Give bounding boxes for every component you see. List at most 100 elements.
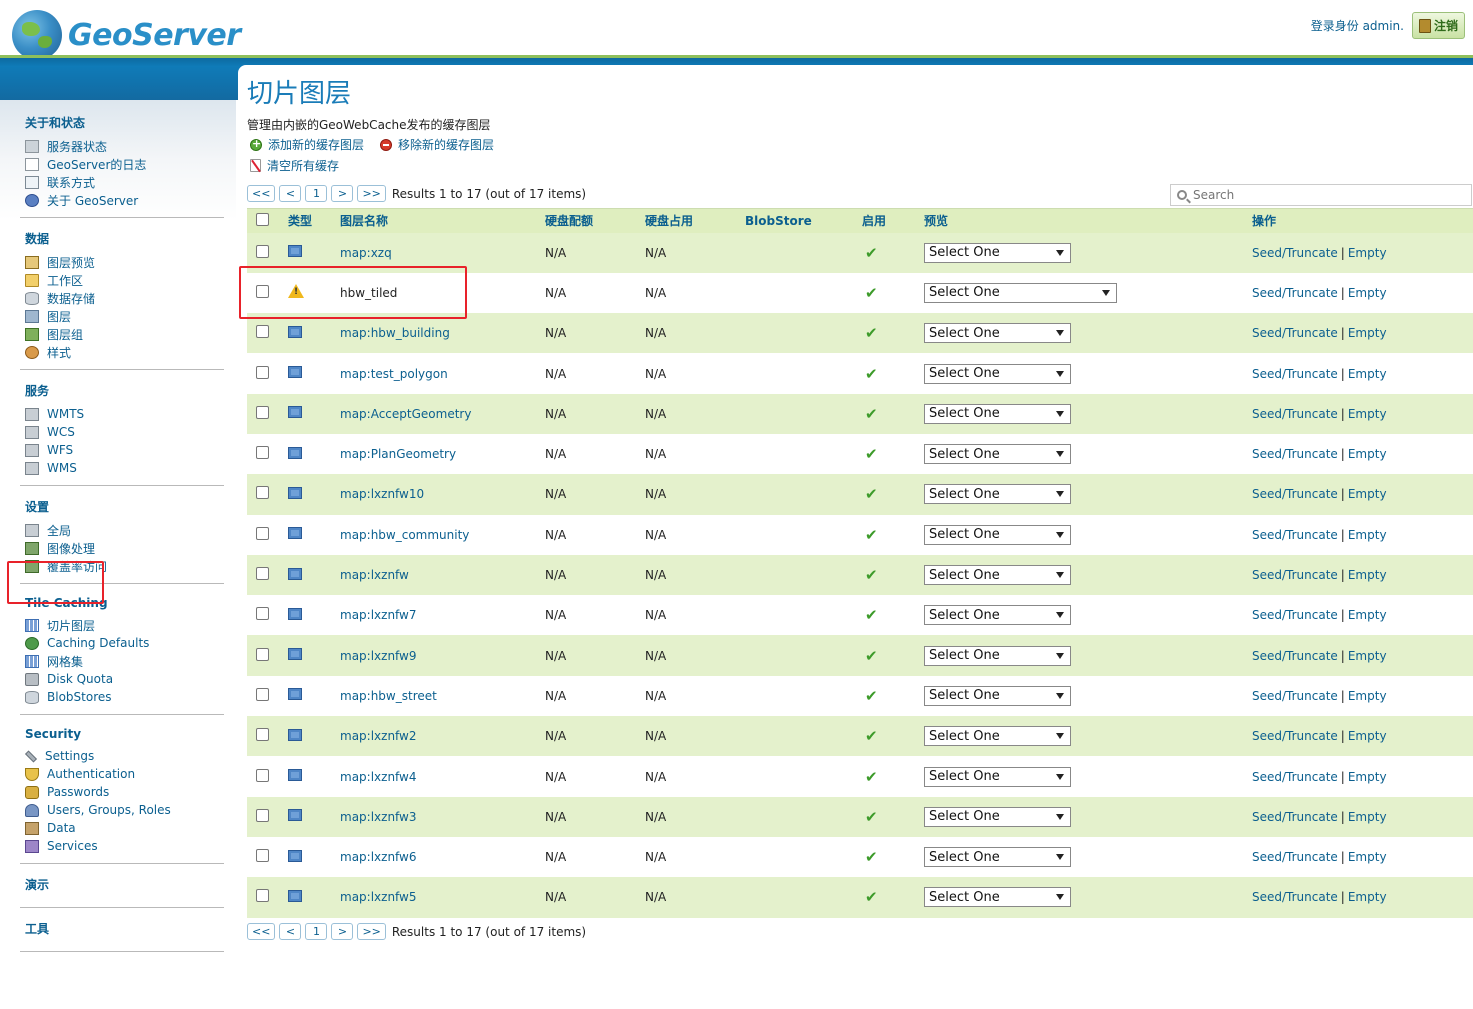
sidebar-item-label[interactable]: 工作区 [47, 272, 83, 289]
col-layer-name[interactable]: 图层名称 [340, 208, 545, 233]
sidebar-item-label[interactable]: WCS [47, 425, 75, 439]
row-checkbox[interactable] [256, 647, 269, 661]
sidebar-item[interactable]: 数据存储 [20, 289, 224, 307]
search-input[interactable] [1193, 188, 1453, 202]
row-checkbox[interactable] [256, 567, 269, 581]
row-checkbox[interactable] [256, 365, 269, 379]
sidebar-item-label[interactable]: Disk Quota [47, 672, 113, 686]
row-checkbox[interactable] [256, 849, 269, 863]
empty-link[interactable]: Empty [1348, 568, 1387, 582]
row-checkbox[interactable] [256, 808, 269, 822]
empty-link[interactable]: Empty [1348, 649, 1387, 663]
sidebar-item[interactable]: 关于 GeoServer [20, 191, 224, 209]
seed-truncate-link[interactable]: Seed/Truncate [1252, 890, 1338, 904]
sidebar-item[interactable]: Disk Quota [20, 670, 224, 688]
sidebar-item-label[interactable]: Caching Defaults [47, 636, 149, 650]
sidebar-item-label[interactable]: WMS [47, 461, 77, 475]
sidebar-item-label[interactable]: Users, Groups, Roles [47, 803, 171, 817]
seed-truncate-link[interactable]: Seed/Truncate [1252, 649, 1338, 663]
preview-select[interactable]: Select One [924, 766, 1071, 787]
sidebar-item[interactable]: Data [20, 819, 224, 837]
pager-page-button[interactable]: 1 [305, 185, 328, 202]
layer-name-link[interactable]: map:lxznfw4 [340, 770, 417, 784]
sidebar-item[interactable]: Authentication [20, 765, 224, 783]
sidebar-item-label[interactable]: Passwords [47, 785, 109, 799]
sidebar-item-label[interactable]: 全局 [47, 522, 71, 539]
preview-select[interactable]: Select One [924, 444, 1071, 465]
sidebar-item[interactable]: 样式 [20, 343, 224, 361]
col-enabled[interactable]: 启用 [862, 208, 924, 233]
preview-select[interactable]: Select One [924, 887, 1071, 908]
logout-button[interactable]: 注销 [1411, 12, 1465, 39]
sidebar-item-label[interactable]: 服务器状态 [47, 138, 107, 155]
sidebar-item-label[interactable]: 网格集 [47, 653, 83, 670]
sidebar-item[interactable]: 图层 [20, 307, 224, 325]
layer-name-link[interactable]: map:hbw_street [340, 689, 437, 703]
sidebar-item-label[interactable]: Data [47, 821, 76, 835]
empty-link[interactable]: Empty [1348, 890, 1387, 904]
sidebar-item[interactable]: 联系方式 [20, 173, 224, 191]
layer-name-link[interactable]: map:lxznfw5 [340, 890, 417, 904]
sidebar-item-label[interactable]: 图层组 [47, 326, 83, 343]
sidebar-item-label[interactable]: 样式 [47, 344, 71, 361]
sidebar-item[interactable]: 网格集 [20, 652, 224, 670]
empty-link[interactable]: Empty [1348, 689, 1387, 703]
pager-prev-button[interactable]: < [279, 185, 302, 202]
sidebar-item-label[interactable]: GeoServer的日志 [47, 156, 146, 173]
row-checkbox[interactable] [256, 486, 269, 500]
geoserver-logo[interactable]: GeoServer [12, 10, 241, 60]
seed-truncate-link[interactable]: Seed/Truncate [1252, 729, 1338, 743]
sidebar-item[interactable]: Settings [20, 747, 224, 765]
empty-link[interactable]: Empty [1348, 407, 1387, 421]
seed-truncate-link[interactable]: Seed/Truncate [1252, 407, 1338, 421]
sidebar-item[interactable]: Services [20, 837, 224, 855]
sidebar-item-label[interactable]: 图像处理 [47, 540, 95, 557]
col-disk-usage[interactable]: 硬盘占用 [645, 208, 745, 233]
layer-name-link[interactable]: map:xzq [340, 246, 392, 260]
row-checkbox[interactable] [256, 768, 269, 782]
sidebar-item[interactable]: Passwords [20, 783, 224, 801]
empty-link[interactable]: Empty [1348, 608, 1387, 622]
empty-link[interactable]: Empty [1348, 850, 1387, 864]
sidebar-item-label[interactable]: 图层预览 [47, 254, 95, 271]
preview-select[interactable]: Select One [924, 806, 1071, 827]
nav-section-title[interactable]: 工具 [25, 920, 224, 937]
row-checkbox[interactable] [256, 728, 269, 742]
preview-select[interactable]: Select One [924, 565, 1071, 586]
row-checkbox[interactable] [256, 244, 269, 258]
sidebar-item[interactable]: 服务器状态 [20, 137, 224, 155]
empty-link[interactable]: Empty [1348, 528, 1387, 542]
pager-last-button[interactable]: >> [357, 923, 386, 940]
sidebar-item[interactable]: Caching Defaults [20, 634, 224, 652]
empty-link[interactable]: Empty [1348, 770, 1387, 784]
sidebar-item-label[interactable]: Services [47, 839, 98, 853]
row-checkbox[interactable] [256, 526, 269, 540]
preview-select[interactable]: Select One [924, 282, 1117, 303]
seed-truncate-link[interactable]: Seed/Truncate [1252, 487, 1338, 501]
sidebar-item[interactable]: 切片图层 [20, 616, 224, 634]
sidebar-item[interactable]: WMS [20, 459, 224, 477]
sidebar-item[interactable]: 全局 [20, 521, 224, 539]
sidebar-item-label[interactable]: 切片图层 [47, 617, 95, 634]
select-all-checkbox[interactable] [256, 212, 269, 226]
row-checkbox[interactable] [256, 446, 269, 460]
preview-select[interactable]: Select One [924, 403, 1071, 424]
col-disk-quota[interactable]: 硬盘配额 [545, 208, 645, 233]
clear-all-caches-link[interactable]: 清空所有缓存 [250, 157, 339, 174]
layer-name-link[interactable]: map:PlanGeometry [340, 447, 456, 461]
sidebar-item-label[interactable]: Settings [45, 749, 94, 763]
seed-truncate-link[interactable]: Seed/Truncate [1252, 246, 1338, 260]
empty-link[interactable]: Empty [1348, 246, 1387, 260]
sidebar-item-label[interactable]: WMTS [47, 407, 84, 421]
row-checkbox[interactable] [256, 607, 269, 621]
empty-link[interactable]: Empty [1348, 326, 1387, 340]
seed-truncate-link[interactable]: Seed/Truncate [1252, 689, 1338, 703]
row-checkbox[interactable] [256, 325, 269, 339]
empty-link[interactable]: Empty [1348, 729, 1387, 743]
sidebar-item[interactable]: 图像处理 [20, 539, 224, 557]
seed-truncate-link[interactable]: Seed/Truncate [1252, 608, 1338, 622]
pager-page-button[interactable]: 1 [305, 923, 328, 940]
seed-truncate-link[interactable]: Seed/Truncate [1252, 286, 1338, 300]
preview-select[interactable]: Select One [924, 726, 1071, 747]
col-type[interactable]: 类型 [278, 208, 340, 233]
